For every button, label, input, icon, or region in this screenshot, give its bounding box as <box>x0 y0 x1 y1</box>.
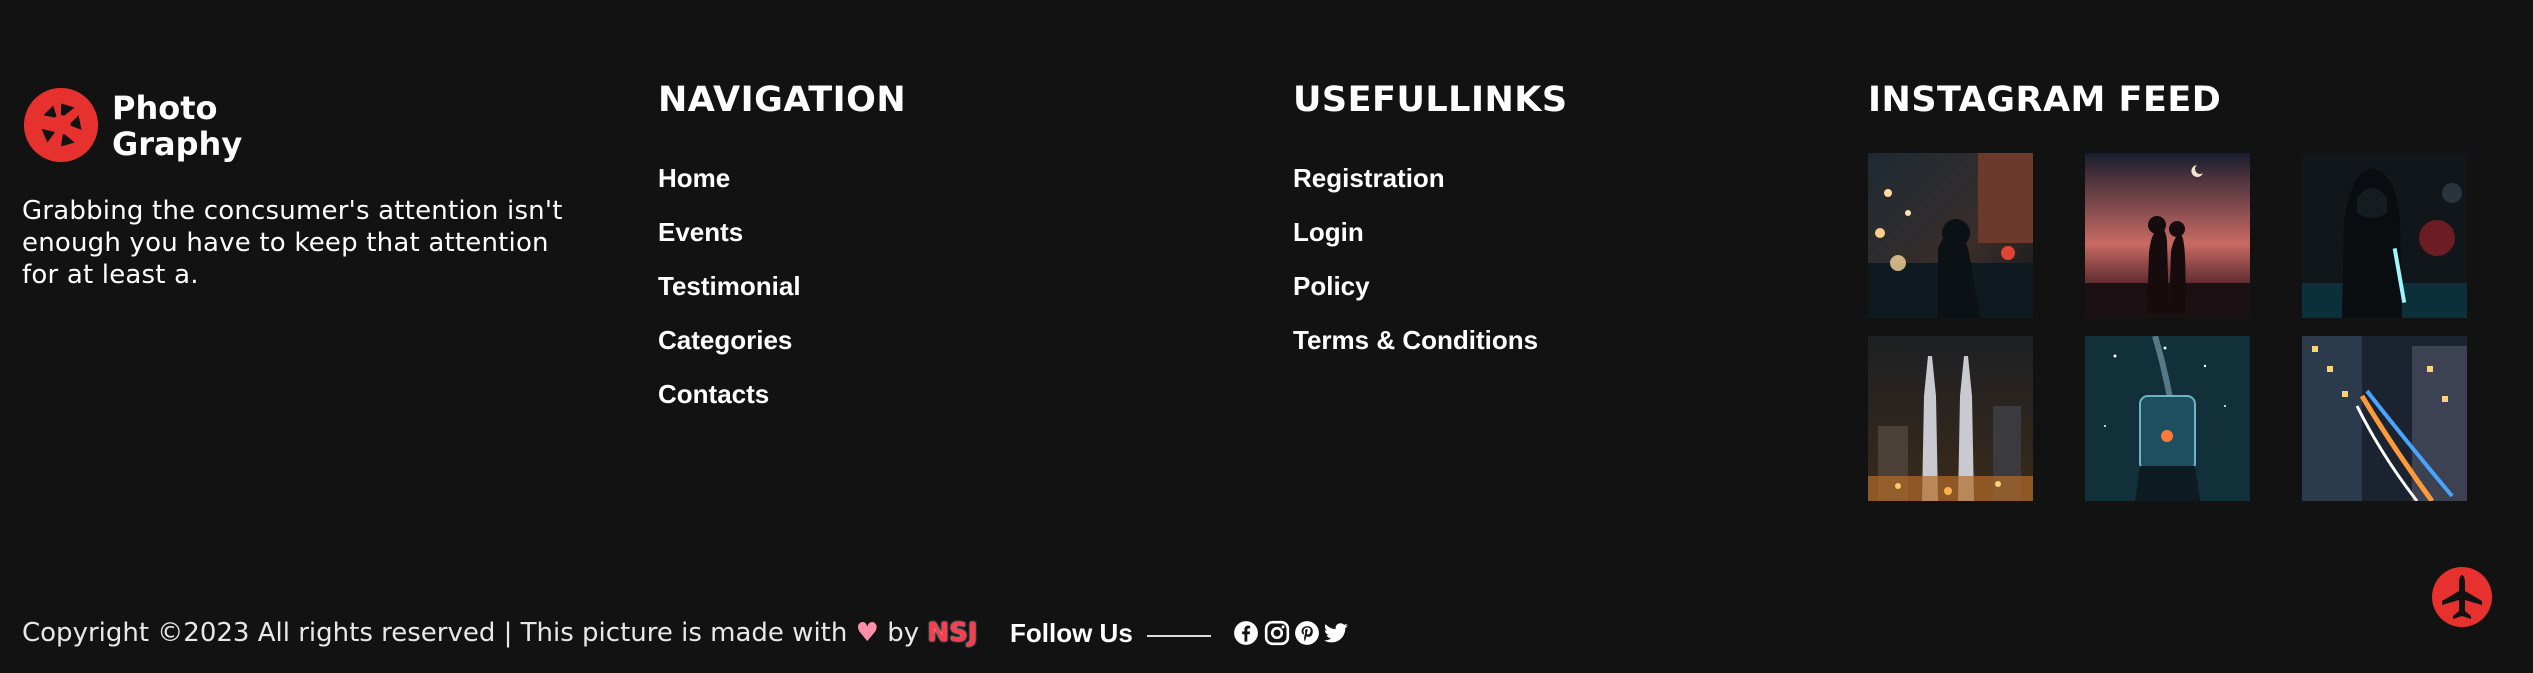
brand-name-line1: Photo <box>112 89 218 127</box>
navigation-list: Home Events Testimonial Categories Conta… <box>658 163 801 433</box>
follow-divider <box>1147 635 1211 637</box>
nav-link-categories[interactable]: Categories <box>658 325 792 355</box>
instagram-grid <box>1868 153 2468 501</box>
useful-links-list: Registration Login Policy Terms & Condit… <box>1293 163 1538 379</box>
useful-links-heading: USEFULLINKS <box>1293 80 1568 120</box>
link-registration[interactable]: Registration <box>1293 163 1445 193</box>
instagram-photo-hooded-figure[interactable] <box>2302 153 2467 318</box>
nav-link-contacts[interactable]: Contacts <box>658 379 769 409</box>
author-name: NSJ <box>927 618 978 648</box>
instagram-icon[interactable] <box>1264 620 1290 646</box>
link-policy[interactable]: Policy <box>1293 271 1370 301</box>
instagram-photo-couple-sunset[interactable] <box>2085 153 2250 318</box>
by-text: by <box>887 618 920 648</box>
instagram-photo-rainy-night-street[interactable] <box>1868 153 2033 318</box>
nav-link-events[interactable]: Events <box>658 217 743 247</box>
nav-link-home[interactable]: Home <box>658 163 730 193</box>
heart-icon: ♥ <box>855 618 879 648</box>
instagram-heading: INSTAGRAM FEED <box>1868 80 2222 120</box>
instagram-photo-jar-of-stars[interactable] <box>2085 336 2250 501</box>
scroll-to-top-button[interactable] <box>2432 567 2492 627</box>
copyright-text: Copyright ©2023 All rights reserved | Th… <box>22 618 848 648</box>
brand-name-line2: Graphy <box>112 125 243 163</box>
nav-link-testimonial[interactable]: Testimonial <box>658 271 801 301</box>
twitter-icon[interactable] <box>1323 620 1349 646</box>
facebook-icon[interactable] <box>1233 620 1259 646</box>
copyright-notice: Copyright ©2023 All rights reserved | Th… <box>22 618 978 648</box>
link-terms-conditions[interactable]: Terms & Conditions <box>1293 325 1538 355</box>
link-login[interactable]: Login <box>1293 217 1364 247</box>
pinterest-icon[interactable] <box>1294 620 1320 646</box>
brand-name: Photo Graphy <box>112 90 242 162</box>
jet-icon <box>2442 575 2482 619</box>
navigation-heading: NAVIGATION <box>658 80 907 120</box>
aperture-logo-icon <box>23 87 99 163</box>
brand-description: Grabbing the concsumer's attention isn't… <box>22 196 563 290</box>
follow-us-label: Follow Us <box>1010 618 1133 648</box>
instagram-photo-twin-towers[interactable] <box>1868 336 2033 501</box>
instagram-photo-city-light-trails[interactable] <box>2302 336 2467 501</box>
